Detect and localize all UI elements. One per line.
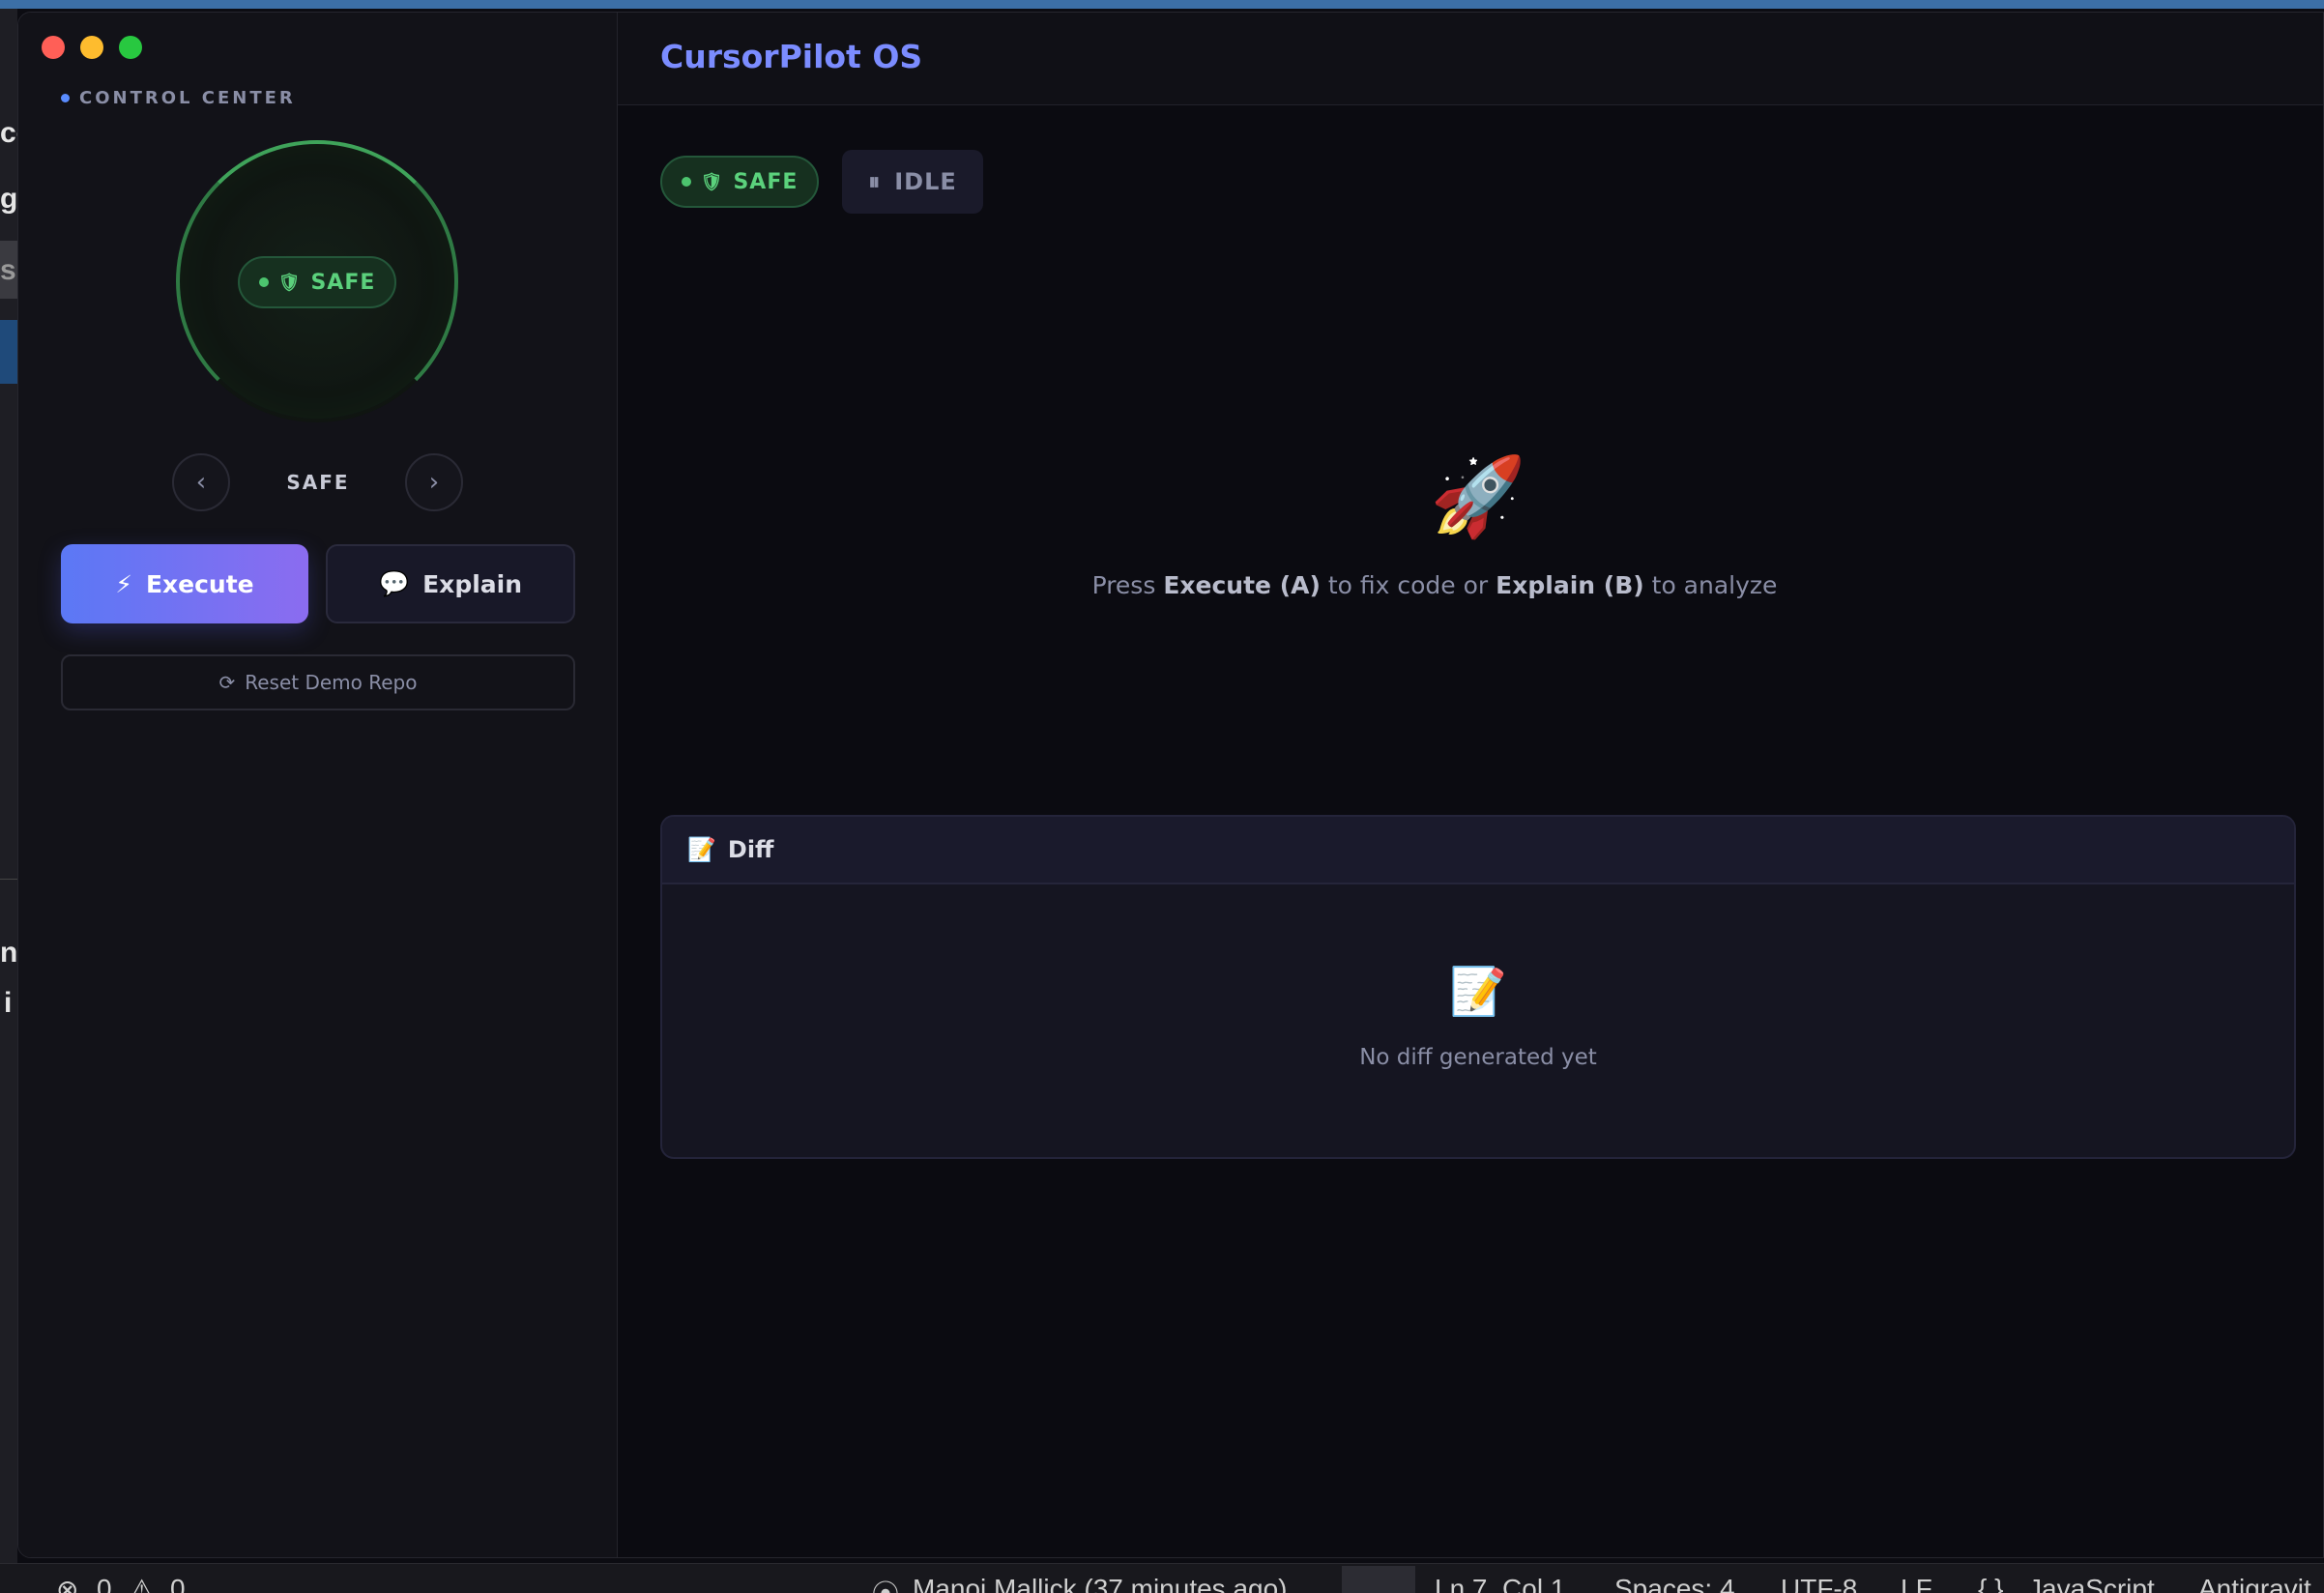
minimize-window-button[interactable] (80, 36, 103, 59)
status-add-button[interactable] (1342, 1566, 1415, 1593)
host-status-bar: ⊗ 0 ⚠ 0 ⦿ Manoj Mallick (37 minutes ago)… (0, 1563, 2324, 1593)
chevron-right-icon: › (428, 468, 440, 497)
instruction-text: Press Execute (A) to fix code or Explain… (1091, 571, 1778, 599)
warning-icon[interactable]: ⚠ (130, 1574, 154, 1593)
extension-status[interactable]: Antigravit (2198, 1574, 2311, 1593)
diff-panel: 📝 Diff 📝 No diff generated yet (660, 815, 2296, 1159)
host-text-fragment: g (0, 183, 18, 215)
previous-mode-button[interactable]: ‹ (172, 453, 230, 511)
host-input-fragment[interactable]: s (0, 241, 17, 299)
host-editor-left-strip: ce g s n i (0, 9, 32, 1563)
warning-count[interactable]: 0 (170, 1574, 186, 1593)
error-count[interactable]: 0 (97, 1574, 112, 1593)
app-header: CursorPilot OS (618, 13, 2323, 105)
status-badge-safe: 🛡 SAFE (660, 156, 819, 208)
host-text-fragment: n (0, 937, 18, 969)
language-mode[interactable]: JavaScript (2028, 1574, 2155, 1593)
diff-header: 📝 Diff (662, 817, 2294, 884)
green-dot-icon (681, 177, 691, 187)
execute-button[interactable]: ⚡ Execute (61, 544, 308, 623)
state-badge-idle: ⏸ IDLE (842, 150, 983, 214)
host-window-top-bar (0, 0, 2324, 9)
close-window-button[interactable] (42, 36, 65, 59)
rocket-icon: 🚀 (1430, 451, 1526, 541)
main-panel: CursorPilot OS 🛡 SAFE ⏸ IDLE 🚀 Press Exe… (618, 13, 2323, 1557)
explain-label: Explain (422, 569, 523, 598)
status-dot-icon (61, 94, 70, 102)
mode-label: SAFE (286, 471, 350, 494)
shield-icon: 🛡 (277, 272, 302, 293)
pause-icon: ⏸ (868, 168, 882, 195)
indentation[interactable]: Spaces: 4 (1614, 1574, 1735, 1593)
diff-empty-message: No diff generated yet (1359, 1045, 1597, 1070)
host-selected-item[interactable] (0, 320, 17, 384)
git-blame[interactable]: Manoj Mallick (37 minutes ago) (913, 1574, 1288, 1593)
control-sidebar: CONTROL CENTER 🛡 SAFE ‹ SAFE › ⚡ Execute… (18, 13, 618, 1557)
section-label: CONTROL CENTER (61, 88, 296, 108)
git-commit-icon: ⦿ (872, 1574, 899, 1593)
memo-icon: 📝 (1449, 965, 1507, 1019)
line-ending[interactable]: LF (1901, 1574, 1932, 1593)
reset-demo-repo-button[interactable]: ⟳ Reset Demo Repo (61, 654, 575, 710)
app-title: CursorPilot OS (660, 38, 923, 75)
execute-label: Execute (145, 569, 254, 598)
reset-label: Reset Demo Repo (245, 671, 418, 694)
explain-button[interactable]: 💬 Explain (326, 544, 575, 623)
green-dot-icon (258, 277, 269, 287)
refresh-icon: ⟳ (218, 671, 236, 694)
dial-status-badge: 🛡 SAFE (238, 256, 396, 308)
memo-icon: 📝 (687, 836, 716, 863)
shield-icon: 🛡 (700, 171, 724, 192)
mode-dial[interactable]: 🛡 SAFE (176, 140, 458, 422)
app-window: CONTROL CENTER 🛡 SAFE ‹ SAFE › ⚡ Execute… (17, 12, 2324, 1558)
zoom-window-button[interactable] (119, 36, 142, 59)
diff-title: Diff (727, 836, 774, 863)
cursor-position[interactable]: Ln 7, Col 1 (1435, 1574, 1565, 1593)
error-icon[interactable]: ⊗ (56, 1574, 78, 1593)
host-text-fragment: i (4, 987, 13, 1019)
chat-bubble-icon: 💬 (378, 569, 410, 597)
braces-icon: { } (1978, 1574, 2004, 1593)
bolt-icon: ⚡ (115, 569, 132, 598)
next-mode-button[interactable]: › (405, 453, 463, 511)
chevron-left-icon: ‹ (195, 468, 207, 497)
encoding[interactable]: UTF-8 (1781, 1574, 1857, 1593)
host-divider (0, 879, 17, 880)
